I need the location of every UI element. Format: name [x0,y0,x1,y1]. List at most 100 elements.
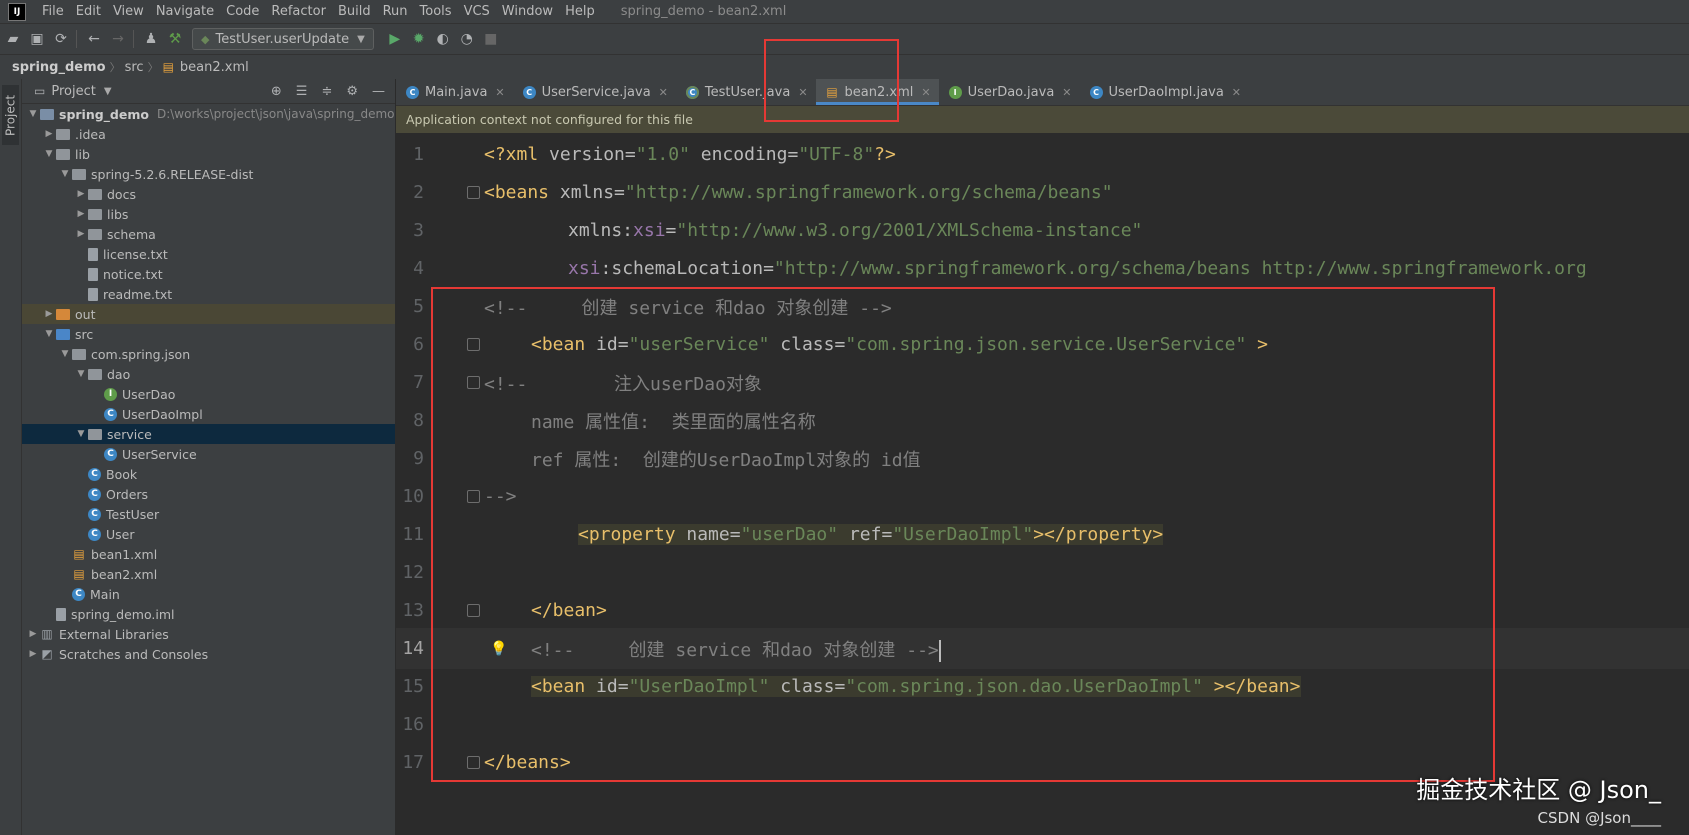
close-icon[interactable]: ✕ [798,86,807,99]
tree-item-userdao[interactable]: · I UserDao [22,384,395,404]
chevron-down-icon[interactable]: ▼ [42,329,56,339]
menu-edit[interactable]: Edit [70,0,107,23]
locate-file-icon[interactable]: ⊕ [271,84,282,99]
tree-item-schema[interactable]: ▶ schema [22,224,395,244]
tree-item-scratches[interactable]: ▶ ◩ Scratches and Consoles [22,644,395,664]
tree-item-main[interactable]: · C Main [22,584,395,604]
breadcrumb-folder[interactable]: src [121,60,148,75]
chevron-right-icon[interactable]: ▶ [26,649,40,659]
code-line-13[interactable]: 13 </bean> [396,590,1689,631]
fold-marker-icon[interactable] [467,490,480,503]
menu-file[interactable]: File [36,0,70,23]
code-line-12[interactable]: 12 [396,552,1689,593]
code-line-9[interactable]: 9 ref 属性: 创建的UserDaoImpl对象的 id值 [396,438,1689,479]
chevron-right-icon[interactable]: ▶ [74,189,88,199]
chevron-down-icon[interactable]: ▼ [42,149,56,159]
breadcrumb-file[interactable]: bean2.xml [176,60,253,75]
code-editor[interactable]: 1 <?xml version="1.0" encoding="UTF-8"?>… [396,134,1689,835]
tree-item-notice[interactable]: · notice.txt [22,264,395,284]
open-folder-icon[interactable]: ▰ [2,28,24,50]
menu-help[interactable]: Help [559,0,601,23]
code-line-3[interactable]: 3 xmlns:xsi="http://www.w3.org/2001/XMLS… [396,210,1689,251]
tree-item-bean2[interactable]: · ▤ bean2.xml [22,564,395,584]
coverage-icon[interactable]: ◐ [432,28,454,50]
tree-item-bean1[interactable]: · ▤ bean1.xml [22,544,395,564]
tree-item-orders[interactable]: · C Orders [22,484,395,504]
code-line-6[interactable]: 6 <bean id="userService" class="com.spri… [396,324,1689,365]
hide-panel-icon[interactable]: — [372,84,385,99]
menu-tools[interactable]: Tools [414,0,458,23]
close-icon[interactable]: ✕ [659,86,668,99]
chevron-down-icon[interactable]: ▼ [58,169,72,179]
code-line-2[interactable]: 2 <beans xmlns="http://www.springframewo… [396,172,1689,213]
chevron-right-icon[interactable]: ▶ [42,309,56,319]
gear-icon[interactable]: ⚙ [346,84,358,99]
back-arrow-icon[interactable]: ← [83,28,105,50]
chevron-down-icon[interactable]: ▼ [104,86,112,97]
chevron-down-icon[interactable]: ▼ [74,369,88,379]
tab-userdao-java[interactable]: I UserDao.java ✕ [939,79,1080,105]
menu-code[interactable]: Code [220,0,265,23]
fold-marker-icon[interactable] [467,376,480,389]
lightbulb-icon[interactable]: 💡 [490,641,507,657]
tree-item-userservice[interactable]: · C UserService [22,444,395,464]
profile-icon[interactable]: ◔ [456,28,478,50]
tree-item-service[interactable]: ▼ service [22,424,395,444]
tree-item-spring-demo[interactable]: ▼ spring_demo D:\works\project\json\java… [22,104,395,124]
tree-item-iml[interactable]: · spring_demo.iml [22,604,395,624]
expand-all-icon[interactable]: ☰ [296,84,308,99]
tree-item-src[interactable]: ▼ src [22,324,395,344]
code-line-11[interactable]: 11 <property name="userDao" ref="UserDao… [396,514,1689,555]
menu-navigate[interactable]: Navigate [150,0,220,23]
tab-userservice-java[interactable]: C UserService.java ✕ [513,79,676,105]
menu-vcs[interactable]: VCS [458,0,496,23]
tree-item-userdaoimpl[interactable]: · C UserDaoImpl [22,404,395,424]
tree-item-out[interactable]: ▶ out [22,304,395,324]
fold-marker-icon[interactable] [467,756,480,769]
code-line-1[interactable]: 1 <?xml version="1.0" encoding="UTF-8"?> [396,134,1689,175]
tree-item-readme[interactable]: · readme.txt [22,284,395,304]
menu-run[interactable]: Run [377,0,414,23]
tree-item-testuser[interactable]: · C TestUser [22,504,395,524]
user-icon[interactable]: ♟ [140,28,162,50]
debug-icon[interactable]: ✹ [408,28,430,50]
tree-item-lib[interactable]: ▼ lib [22,144,395,164]
chevron-down-icon[interactable]: ▼ [26,109,40,119]
save-all-icon[interactable]: ▣ [26,28,48,50]
tree-item-external-libraries[interactable]: ▶ ▥ External Libraries [22,624,395,644]
code-line-4[interactable]: 4 xsi:schemaLocation="http://www.springf… [396,248,1689,289]
tree-item-idea[interactable]: ▶ .idea [22,124,395,144]
build-hammer-icon[interactable]: ⚒ [164,28,186,50]
chevron-down-icon[interactable]: ▼ [74,429,88,439]
tree-item-license[interactable]: · license.txt [22,244,395,264]
tree-item-docs[interactable]: ▶ docs [22,184,395,204]
project-view-select[interactable]: Project [51,84,95,99]
tree-item-libs[interactable]: ▶ libs [22,204,395,224]
fold-marker-icon[interactable] [467,338,480,351]
tab-bean2-xml[interactable]: ▤ bean2.xml ✕ [815,79,939,105]
stop-icon[interactable]: ■ [480,28,502,50]
fold-marker-icon[interactable] [467,604,480,617]
collapse-all-icon[interactable]: ≑ [321,84,332,99]
chevron-right-icon[interactable]: ▶ [42,129,56,139]
close-icon[interactable]: ✕ [495,86,504,99]
tab-testuser-java[interactable]: C TestUser.java ✕ [676,79,816,105]
fold-marker-icon[interactable] [467,186,480,199]
code-line-10[interactable]: 10 --> [396,476,1689,517]
run-icon[interactable]: ▶ [384,28,406,50]
project-tool-window-tab[interactable]: Project [2,85,19,145]
code-line-15[interactable]: 15 <bean id="UserDaoImpl" class="com.spr… [396,666,1689,707]
menu-window[interactable]: Window [496,0,559,23]
tab-userdaoimpl-java[interactable]: C UserDaoImpl.java ✕ [1080,79,1250,105]
code-line-5[interactable]: 5 <!-- 创建 service 和dao 对象创建 --> [396,286,1689,327]
code-line-16[interactable]: 16 [396,704,1689,745]
code-line-14[interactable]: 14 💡 <!-- 创建 service 和dao 对象创建 --> [396,628,1689,669]
chevron-right-icon[interactable]: ▶ [26,629,40,639]
close-icon[interactable]: ✕ [1232,86,1241,99]
tree-item-dao[interactable]: ▼ dao [22,364,395,384]
forward-arrow-icon[interactable]: → [107,28,129,50]
chevron-right-icon[interactable]: ▶ [74,209,88,219]
menu-build[interactable]: Build [332,0,377,23]
run-configuration-select[interactable]: ◆ TestUser.userUpdate ▼ [192,28,374,50]
chevron-right-icon[interactable]: ▶ [74,229,88,239]
